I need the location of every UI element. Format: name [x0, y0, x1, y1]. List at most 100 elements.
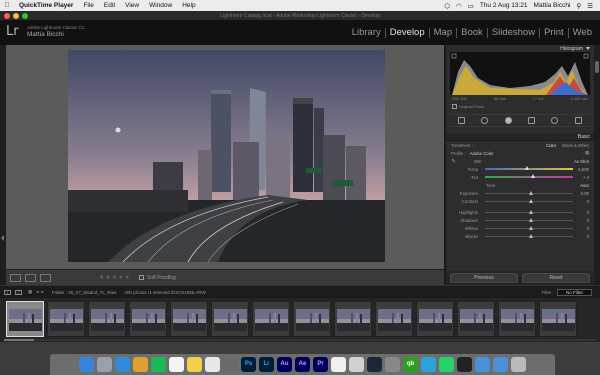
menu-window[interactable]: Window	[144, 2, 177, 9]
filmstrip-thumbnail[interactable]	[170, 301, 208, 337]
module-library[interactable]: Library	[348, 28, 386, 38]
highlights-slider[interactable]	[485, 209, 573, 214]
histogram-header[interactable]: Histogram	[446, 45, 594, 52]
dropbox-icon[interactable]: ⬡	[441, 2, 453, 10]
spotlight-icon[interactable]: ⚲	[573, 2, 584, 10]
quickbooks-icon[interactable]: qb	[403, 357, 418, 372]
highlight-clipping-icon[interactable]	[583, 53, 589, 59]
module-print[interactable]: Print	[540, 28, 569, 38]
temp-value[interactable]: 5,500	[577, 167, 589, 172]
notification-center-icon[interactable]: ☰	[584, 2, 596, 10]
original-photo-row[interactable]: Original Photo	[446, 102, 594, 110]
contrast-value[interactable]: 0	[577, 199, 589, 204]
chrome-icon[interactable]	[133, 357, 148, 372]
module-develop[interactable]: Develop	[386, 28, 430, 38]
temp-slider[interactable]	[485, 166, 573, 170]
exposure-slider[interactable]	[485, 190, 573, 195]
reset-button[interactable]: Reset	[522, 273, 590, 283]
forward-arrow-icon[interactable]: ▸	[42, 289, 44, 295]
filmstrip-thumbnail[interactable]	[47, 301, 85, 337]
shadows-value[interactable]: 0	[577, 218, 589, 223]
back-arrow-icon[interactable]: ◂	[36, 289, 38, 295]
trash-icon[interactable]	[511, 357, 526, 372]
contrast-slider[interactable]	[485, 198, 573, 203]
downloads-icon[interactable]	[493, 357, 508, 372]
wb-select[interactable]: As Shot	[574, 159, 589, 164]
disk-icon[interactable]	[349, 357, 364, 372]
rating-stars[interactable]: ★★★★★	[99, 274, 131, 281]
basic-header[interactable]: Basic	[446, 133, 594, 141]
menubar-datetime[interactable]: Thu 2 Aug 13:21	[477, 2, 531, 9]
filmstrip-thumbnail[interactable]	[498, 301, 536, 337]
menu-file[interactable]: File	[78, 2, 98, 9]
main-window-page-button[interactable]: 1	[4, 289, 11, 295]
filmstrip-thumbnail[interactable]	[334, 301, 372, 337]
finder-icon[interactable]	[79, 357, 94, 372]
menu-edit[interactable]: Edit	[99, 2, 120, 9]
settings-icon[interactable]	[385, 357, 400, 372]
mail-icon[interactable]	[331, 357, 346, 372]
safari-icon[interactable]	[115, 357, 130, 372]
exposure-value[interactable]: 0.00	[577, 191, 589, 196]
premiere-icon[interactable]: Pr	[313, 357, 328, 372]
audition-icon[interactable]: Au	[277, 357, 292, 372]
calendar-icon[interactable]	[169, 357, 184, 372]
scrollbar-thumb[interactable]	[595, 61, 599, 73]
module-map[interactable]: Map	[430, 28, 458, 38]
wb-picker-icon[interactable]: ✎	[451, 158, 456, 165]
apple-icon[interactable]: 	[0, 2, 14, 9]
temp-slider-row[interactable]: Temp 5,500	[446, 165, 594, 173]
module-book[interactable]: Book	[457, 28, 488, 38]
spot-removal-icon[interactable]	[481, 117, 489, 124]
module-slideshow[interactable]: Slideshow	[488, 28, 541, 38]
tint-value[interactable]: + 4	[577, 175, 589, 180]
blacks-slider-row[interactable]: Blacks 0	[446, 232, 594, 240]
lightroom-icon[interactable]: Lr	[259, 357, 274, 372]
treatment-bw-option[interactable]: Black & White	[562, 143, 589, 148]
whites-value[interactable]: 0	[577, 226, 589, 231]
histogram[interactable]	[450, 52, 590, 95]
camera-icon[interactable]	[223, 357, 238, 372]
menu-view[interactable]: View	[120, 2, 144, 9]
contrast-slider-row[interactable]: Contrast 0	[446, 197, 594, 205]
telegram-icon[interactable]	[421, 357, 436, 372]
filmstrip-thumbnail[interactable]	[539, 301, 577, 337]
photos-icon[interactable]	[205, 357, 220, 372]
launchpad-icon[interactable]	[97, 357, 112, 372]
folder-icon[interactable]	[475, 357, 490, 372]
close-window-button[interactable]	[4, 13, 10, 19]
tint-slider-row[interactable]: Tint + 4	[446, 173, 594, 181]
second-window-page-button[interactable]: 2	[15, 289, 22, 295]
whites-slider[interactable]	[485, 225, 573, 230]
steam-icon[interactable]	[367, 357, 382, 372]
profile-browser-icon[interactable]: ▦	[585, 150, 589, 156]
wifi-icon[interactable]: ◠	[453, 2, 465, 10]
photoshop-icon[interactable]: Ps	[241, 357, 256, 372]
module-web[interactable]: Web	[569, 28, 596, 38]
adjustment-brush-icon[interactable]	[574, 117, 582, 124]
crop-tool-icon[interactable]	[458, 117, 466, 124]
filmstrip-thumbnail[interactable]	[416, 301, 454, 337]
filmstrip-thumbnail[interactable]	[88, 301, 126, 337]
filmstrip-thumbnail[interactable]	[252, 301, 290, 337]
reference-view-button[interactable]	[40, 273, 51, 282]
image-canvas[interactable]	[6, 45, 444, 269]
main-photo[interactable]	[68, 50, 385, 262]
source-breadcrumb[interactable]: Folder : 26_07_Madrid_TL_Raw	[52, 290, 117, 295]
filmstrip-scroll-thumb[interactable]	[4, 339, 34, 341]
original-photo-checkbox[interactable]	[452, 103, 457, 109]
shadow-clipping-icon[interactable]	[451, 53, 457, 59]
profile-select[interactable]: Adobe Color	[470, 151, 494, 156]
filmstrip-thumbnail[interactable]	[293, 301, 331, 337]
graduated-filter-icon[interactable]	[528, 117, 536, 124]
red-eye-icon[interactable]	[504, 117, 512, 124]
menu-app-name[interactable]: QuickTime Player	[14, 2, 78, 9]
menubar-user[interactable]: Mattia Bicchi	[531, 2, 574, 9]
before-after-button[interactable]	[25, 273, 36, 282]
radial-filter-icon[interactable]	[551, 117, 559, 124]
terminal-icon[interactable]	[457, 357, 472, 372]
soft-proofing-checkbox[interactable]	[138, 275, 144, 280]
filmstrip-scrollbar[interactable]	[4, 339, 596, 341]
zoom-window-button[interactable]	[22, 13, 28, 19]
filmstrip-thumbnail[interactable]	[129, 301, 167, 337]
